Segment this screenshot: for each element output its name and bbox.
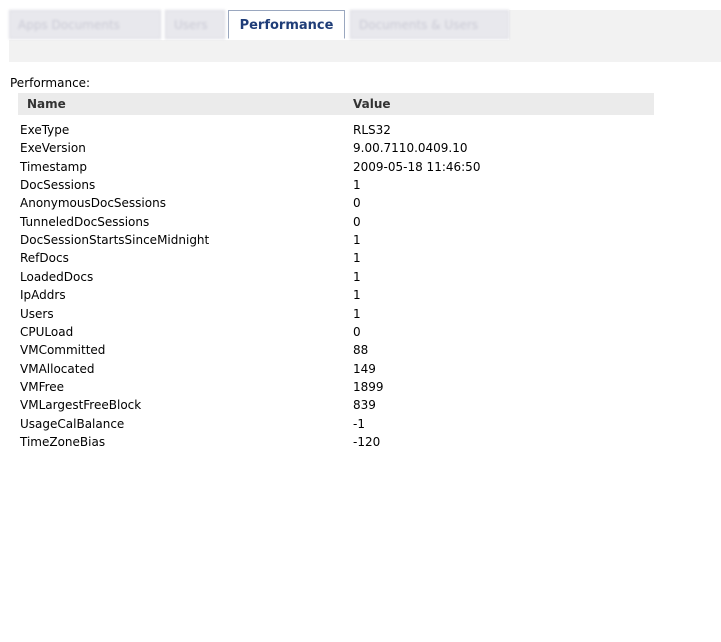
cell-name: CPULoad <box>20 324 74 339</box>
cell-name: VMFree <box>20 379 65 394</box>
table-row: UsageCalBalance -1 <box>20 416 650 433</box>
tab-documents-users[interactable]: Documents & Users <box>350 10 509 39</box>
column-header-value: Value <box>353 97 391 111</box>
cell-value: 1 <box>353 251 361 266</box>
table-row: IpAddrs 1 <box>20 287 650 304</box>
cell-name: RefDocs <box>20 251 69 266</box>
table-row: Timestamp 2009-05-18 11:46:50 <box>20 159 650 176</box>
table-row: VMCommitted 88 <box>20 342 650 359</box>
cell-name: IpAddrs <box>20 288 66 303</box>
table-row: DocSessionStartsSinceMidnight 1 <box>20 232 650 249</box>
cell-value: 1899 <box>353 379 384 394</box>
cell-name: LoadedDocs <box>20 269 94 284</box>
cell-name: ExeType <box>20 123 70 137</box>
table-row: Users 1 <box>20 306 650 323</box>
table-row: VMFree 1899 <box>20 379 650 396</box>
cell-value: -1 <box>353 416 365 431</box>
tab-bar: Apps Documents Users Performance Documen… <box>9 10 721 62</box>
cell-value: 9.00.7110.0409.10 <box>353 141 468 156</box>
cell-name: TunneledDocSessions <box>20 214 150 229</box>
cell-name: ExeVersion <box>20 141 86 156</box>
cell-name: TimeZoneBias <box>20 434 106 449</box>
cell-value: 0 <box>353 324 361 339</box>
tab-strip: Apps Documents Users Performance Documen… <box>9 10 509 40</box>
cell-value: 1 <box>353 233 361 248</box>
table-row: CPULoad 0 <box>20 324 650 341</box>
table-header: Name Value <box>18 93 654 115</box>
column-header-name: Name <box>27 97 66 111</box>
cell-name: Timestamp <box>20 159 87 174</box>
table-row: DocSessions 1 <box>20 177 650 194</box>
cell-value: 1 <box>353 306 361 321</box>
tab-performance[interactable]: Performance <box>228 10 345 39</box>
cell-value: 149 <box>353 361 376 376</box>
cell-name: DocSessionStartsSinceMidnight <box>20 233 210 248</box>
cell-name: AnonymousDocSessions <box>20 196 166 211</box>
cell-name: Users <box>20 306 54 321</box>
cell-value: 1 <box>353 178 361 193</box>
cell-name: DocSessions <box>20 178 96 193</box>
table-row: ExeVersion 9.00.7110.0409.10 <box>20 140 650 157</box>
tab-users[interactable]: Users <box>165 10 225 39</box>
cell-value: 0 <box>353 196 361 211</box>
table-row: ExeType RLS32 <box>20 122 650 139</box>
cell-value: 1 <box>353 269 361 284</box>
table-row: RefDocs 1 <box>20 250 650 267</box>
table-row: AnonymousDocSessions 0 <box>20 195 650 212</box>
cell-value: RLS32 <box>353 123 391 137</box>
cell-value: -120 <box>353 434 381 449</box>
table-row: VMAllocated 149 <box>20 361 650 378</box>
tab-apps-documents[interactable]: Apps Documents <box>9 10 161 39</box>
table-row: LoadedDocs 1 <box>20 269 650 286</box>
cell-name: VMLargestFreeBlock <box>20 398 142 413</box>
cell-name: UsageCalBalance <box>20 416 125 431</box>
table-row: VMLargestFreeBlock 839 <box>20 397 650 414</box>
table-row: TimeZoneBias -120 <box>20 434 650 451</box>
table-row: TunneledDocSessions 0 <box>20 214 650 231</box>
cell-value: 1 <box>353 288 361 303</box>
cell-name: VMCommitted <box>20 343 106 358</box>
cell-value: 2009-05-18 11:46:50 <box>353 159 481 174</box>
section-title: Performance: <box>10 76 91 90</box>
cell-value: 0 <box>353 214 361 229</box>
cell-name: VMAllocated <box>20 361 95 376</box>
cell-value: 839 <box>353 398 376 413</box>
cell-value: 88 <box>353 343 369 358</box>
